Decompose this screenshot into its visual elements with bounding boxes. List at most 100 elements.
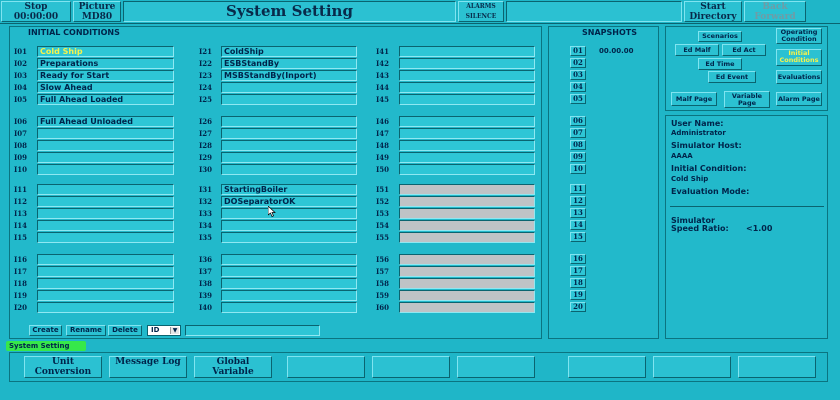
alarms-silence-button[interactable]: ALARMS SILENCE — [458, 1, 504, 22]
ic-field-i07[interactable] — [37, 128, 174, 139]
initial-conditions-button[interactable]: Initial Conditions — [776, 49, 822, 66]
snapshot-button-17[interactable]: 17 — [570, 266, 586, 276]
ic-field-i22[interactable]: ESBStandBy — [221, 58, 357, 69]
ic-field-i20[interactable] — [37, 302, 174, 313]
rename-input[interactable] — [185, 325, 320, 336]
ic-field-i29[interactable] — [221, 152, 357, 163]
ic-field-i37[interactable] — [221, 266, 357, 277]
ic-field-i33[interactable] — [221, 208, 357, 219]
ic-field-i39[interactable] — [221, 290, 357, 301]
ed-malf-button[interactable]: Ed Malf — [675, 44, 719, 56]
picture-button[interactable]: Picture MD80 — [73, 1, 121, 22]
create-button[interactable]: Create — [29, 325, 62, 336]
snapshot-button-10[interactable]: 10 — [570, 164, 586, 174]
ed-time-button[interactable]: Ed Time — [698, 58, 742, 70]
bottom-slot-4[interactable] — [287, 356, 365, 378]
ic-field-i06[interactable]: Full Ahead Unloaded — [37, 116, 174, 127]
ic-field-i40[interactable] — [221, 302, 357, 313]
ic-field-i28[interactable] — [221, 140, 357, 151]
scenarios-button[interactable]: Scenarios — [698, 31, 742, 42]
snapshot-button-04[interactable]: 04 — [570, 82, 586, 92]
unit-conversion-button[interactable]: Unit Conversion — [24, 356, 102, 378]
snapshot-button-01[interactable]: 01 — [570, 46, 586, 56]
ic-field-i44[interactable] — [399, 82, 535, 93]
alarm-page-button[interactable]: Alarm Page — [776, 92, 822, 106]
bottom-slot-6[interactable] — [457, 356, 535, 378]
ic-field-i16[interactable] — [37, 254, 174, 265]
ic-field-i05[interactable]: Full Ahead Loaded — [37, 94, 174, 105]
malf-page-button[interactable]: Malf Page — [671, 92, 717, 106]
message-log-button[interactable]: Message Log — [109, 356, 187, 378]
snapshot-button-14[interactable]: 14 — [570, 220, 586, 230]
ic-field-i13[interactable] — [37, 208, 174, 219]
snapshot-button-15[interactable]: 15 — [570, 232, 586, 242]
snapshot-button-19[interactable]: 19 — [570, 290, 586, 300]
ic-field-i43[interactable] — [399, 70, 535, 81]
delete-button[interactable]: Delete — [108, 325, 142, 336]
back-forward-button[interactable]: Back Forward — [744, 1, 806, 22]
snapshot-button-09[interactable]: 09 — [570, 152, 586, 162]
ic-field-i09[interactable] — [37, 152, 174, 163]
bottom-slot-8[interactable] — [653, 356, 731, 378]
snapshot-button-12[interactable]: 12 — [570, 196, 586, 206]
ic-field-i02[interactable]: Preparations — [37, 58, 174, 69]
ic-field-i27[interactable] — [221, 128, 357, 139]
ic-field-i48[interactable] — [399, 140, 535, 151]
evaluations-button[interactable]: Evaluations — [776, 70, 822, 84]
snapshot-button-03[interactable]: 03 — [570, 70, 586, 80]
ic-field-i18[interactable] — [37, 278, 174, 289]
ic-field-i04[interactable]: Slow Ahead — [37, 82, 174, 93]
ic-field-i31[interactable]: StartingBoiler — [221, 184, 357, 195]
ic-field-i23[interactable]: MSBStandBy(Inport) — [221, 70, 357, 81]
rename-button[interactable]: Rename — [66, 325, 106, 336]
ic-field-i10[interactable] — [37, 164, 174, 175]
ic-field-i17[interactable] — [37, 266, 174, 277]
snapshot-button-06[interactable]: 06 — [570, 116, 586, 126]
ic-field-i03[interactable]: Ready for Start — [37, 70, 174, 81]
variable-page-button[interactable]: Variable Page — [724, 91, 770, 108]
snapshot-button-08[interactable]: 08 — [570, 140, 586, 150]
snapshot-button-20[interactable]: 20 — [570, 302, 586, 312]
ic-field-i45[interactable] — [399, 94, 535, 105]
bottom-slot-9[interactable] — [738, 356, 816, 378]
ic-field-i24[interactable] — [221, 82, 357, 93]
ic-field-i47[interactable] — [399, 128, 535, 139]
ic-field-i01[interactable]: Cold Ship — [37, 46, 174, 57]
snapshot-button-05[interactable]: 05 — [570, 94, 586, 104]
ic-field-i46[interactable] — [399, 116, 535, 127]
ic-field-i35[interactable] — [221, 232, 357, 243]
global-variable-button[interactable]: Global Variable — [194, 356, 272, 378]
operating-condition-button[interactable]: Operating Condition — [776, 28, 822, 44]
ic-field-i42[interactable] — [399, 58, 535, 69]
ic-field-i14[interactable] — [37, 220, 174, 231]
ic-field-i30[interactable] — [221, 164, 357, 175]
bottom-slot-5[interactable] — [372, 356, 450, 378]
snapshot-button-11[interactable]: 11 — [570, 184, 586, 194]
ed-act-button[interactable]: Ed Act — [722, 44, 766, 56]
ic-field-i49[interactable] — [399, 152, 535, 163]
ic-field-i34[interactable] — [221, 220, 357, 231]
ic-field-i36[interactable] — [221, 254, 357, 265]
ic-field-i50[interactable] — [399, 164, 535, 175]
snapshot-button-18[interactable]: 18 — [570, 278, 586, 288]
ic-field-i12[interactable] — [37, 196, 174, 207]
ic-field-i41[interactable] — [399, 46, 535, 57]
ic-field-i08[interactable] — [37, 140, 174, 151]
ic-field-i11[interactable] — [37, 184, 174, 195]
snapshot-button-07[interactable]: 07 — [570, 128, 586, 138]
ic-field-i25[interactable] — [221, 94, 357, 105]
ic-field-i32[interactable]: DOSeparatorOK — [221, 196, 357, 207]
ic-field-i21[interactable]: ColdShip — [221, 46, 357, 57]
ic-field-i15[interactable] — [37, 232, 174, 243]
bottom-slot-7[interactable] — [568, 356, 646, 378]
ed-event-button[interactable]: Ed Event — [708, 71, 756, 83]
snapshot-button-13[interactable]: 13 — [570, 208, 586, 218]
stop-button[interactable]: Stop 00:00:00 — [1, 1, 71, 22]
ic-field-i26[interactable] — [221, 116, 357, 127]
ic-field-i38[interactable] — [221, 278, 357, 289]
id-select[interactable]: ID ▼ — [147, 325, 181, 336]
snapshot-button-02[interactable]: 02 — [570, 58, 586, 68]
snapshot-button-16[interactable]: 16 — [570, 254, 586, 264]
start-directory-button[interactable]: Start Directory — [684, 1, 742, 22]
ic-field-i19[interactable] — [37, 290, 174, 301]
